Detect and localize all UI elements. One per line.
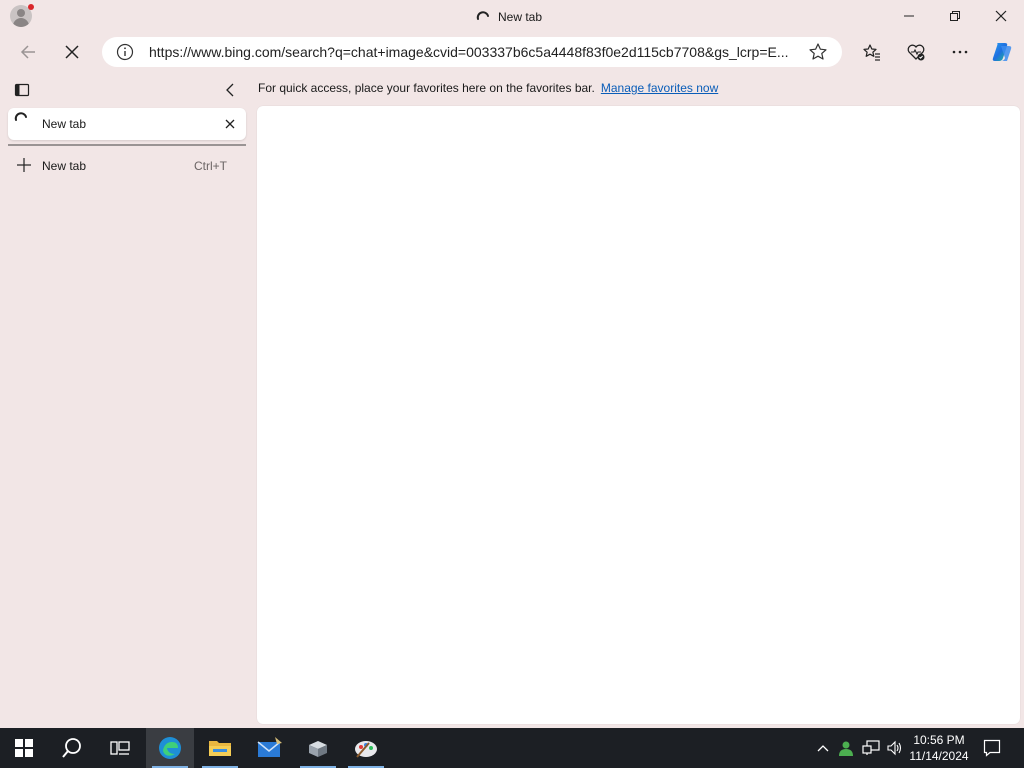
- manage-favorites-link[interactable]: Manage favorites now: [601, 81, 718, 95]
- tab-actions-icon[interactable]: [14, 82, 30, 98]
- stop-loading-icon: [65, 45, 79, 59]
- mail-icon: [257, 737, 282, 757]
- close-icon: [995, 10, 1007, 22]
- restore-button[interactable]: [932, 0, 978, 32]
- taskbar-file-explorer[interactable]: [196, 728, 244, 768]
- search-button[interactable]: [48, 728, 96, 768]
- site-info-icon[interactable]: [116, 43, 134, 61]
- back-arrow-icon: [20, 45, 35, 59]
- back-button[interactable]: [12, 36, 44, 68]
- user-tray-button[interactable]: [836, 728, 856, 768]
- favorites-icon: [863, 44, 880, 61]
- taskbar-app[interactable]: [294, 728, 342, 768]
- more-options-icon: [952, 50, 968, 54]
- more-options-button[interactable]: [944, 36, 976, 68]
- favorites-bar: For quick access, place your favorites h…: [258, 78, 718, 98]
- chevron-up-icon: [817, 745, 829, 752]
- tab-new-tab[interactable]: New tab: [8, 108, 246, 140]
- network-icon: [862, 740, 880, 755]
- window-title: New tab: [476, 8, 542, 26]
- copilot-button[interactable]: [986, 36, 1018, 68]
- stop-loading-button[interactable]: [56, 36, 88, 68]
- start-icon: [15, 739, 33, 757]
- file-explorer-icon: [209, 741, 231, 756]
- new-tab-shortcut: Ctrl+T: [194, 159, 227, 173]
- app-icon: [309, 741, 327, 757]
- notification-dot-icon: [28, 4, 34, 10]
- browser-toolbar: https://www.bing.com/search?q=chat+image…: [0, 34, 1024, 72]
- title-bar: New tab: [0, 0, 1024, 34]
- page-content[interactable]: [257, 106, 1020, 724]
- minimize-button[interactable]: [886, 0, 932, 32]
- task-view-button[interactable]: [96, 728, 144, 768]
- browser-essentials-icon: [907, 44, 925, 61]
- new-tab-label: New tab: [42, 159, 87, 173]
- start-button[interactable]: [0, 728, 48, 768]
- taskbar: 10:56 PM 11/14/2024: [0, 728, 1024, 768]
- loading-spinner-icon: [476, 11, 489, 20]
- browser-essentials-button[interactable]: [900, 36, 932, 68]
- user-icon: [839, 741, 853, 756]
- clock-time: 10:56 PM: [913, 733, 965, 747]
- search-icon: [62, 738, 81, 758]
- favorites-bar-message: For quick access, place your favorites h…: [258, 81, 595, 95]
- tab-label: New tab: [42, 117, 87, 131]
- paint-icon: [355, 741, 377, 758]
- clock-date: 11/14/2024: [909, 749, 969, 763]
- tab-divider: [8, 144, 246, 146]
- task-view-icon: [110, 741, 130, 755]
- close-window-button[interactable]: [978, 0, 1024, 32]
- taskbar-clock[interactable]: 10:56 PM 11/14/2024: [906, 732, 972, 764]
- notification-icon: [983, 739, 1001, 757]
- collapse-pane-button[interactable]: [220, 80, 240, 100]
- network-button[interactable]: [860, 728, 882, 768]
- loading-spinner-icon: [14, 112, 27, 121]
- restore-icon: [950, 11, 960, 21]
- taskbar-mail[interactable]: [246, 728, 294, 768]
- chevron-left-icon: [226, 83, 234, 97]
- plus-icon: [17, 158, 31, 172]
- window-title-text: New tab: [498, 10, 543, 24]
- notifications-button[interactable]: [978, 728, 1006, 768]
- add-favorite-star-icon[interactable]: [808, 42, 828, 62]
- taskbar-edge[interactable]: [146, 728, 194, 768]
- favorites-button[interactable]: [856, 36, 888, 68]
- show-hidden-icons-button[interactable]: [814, 728, 832, 768]
- taskbar-paint[interactable]: [342, 728, 390, 768]
- minimize-icon: [904, 15, 914, 17]
- edge-icon: [159, 737, 181, 759]
- url-text[interactable]: https://www.bing.com/search?q=chat+image…: [149, 44, 799, 60]
- address-bar[interactable]: https://www.bing.com/search?q=chat+image…: [102, 37, 842, 67]
- close-tab-button[interactable]: [222, 116, 238, 132]
- volume-button[interactable]: [884, 728, 906, 768]
- new-tab-button[interactable]: New tab Ctrl+T: [8, 152, 240, 178]
- close-icon: [225, 119, 235, 129]
- volume-icon: [887, 740, 902, 756]
- copilot-icon: [992, 43, 1012, 61]
